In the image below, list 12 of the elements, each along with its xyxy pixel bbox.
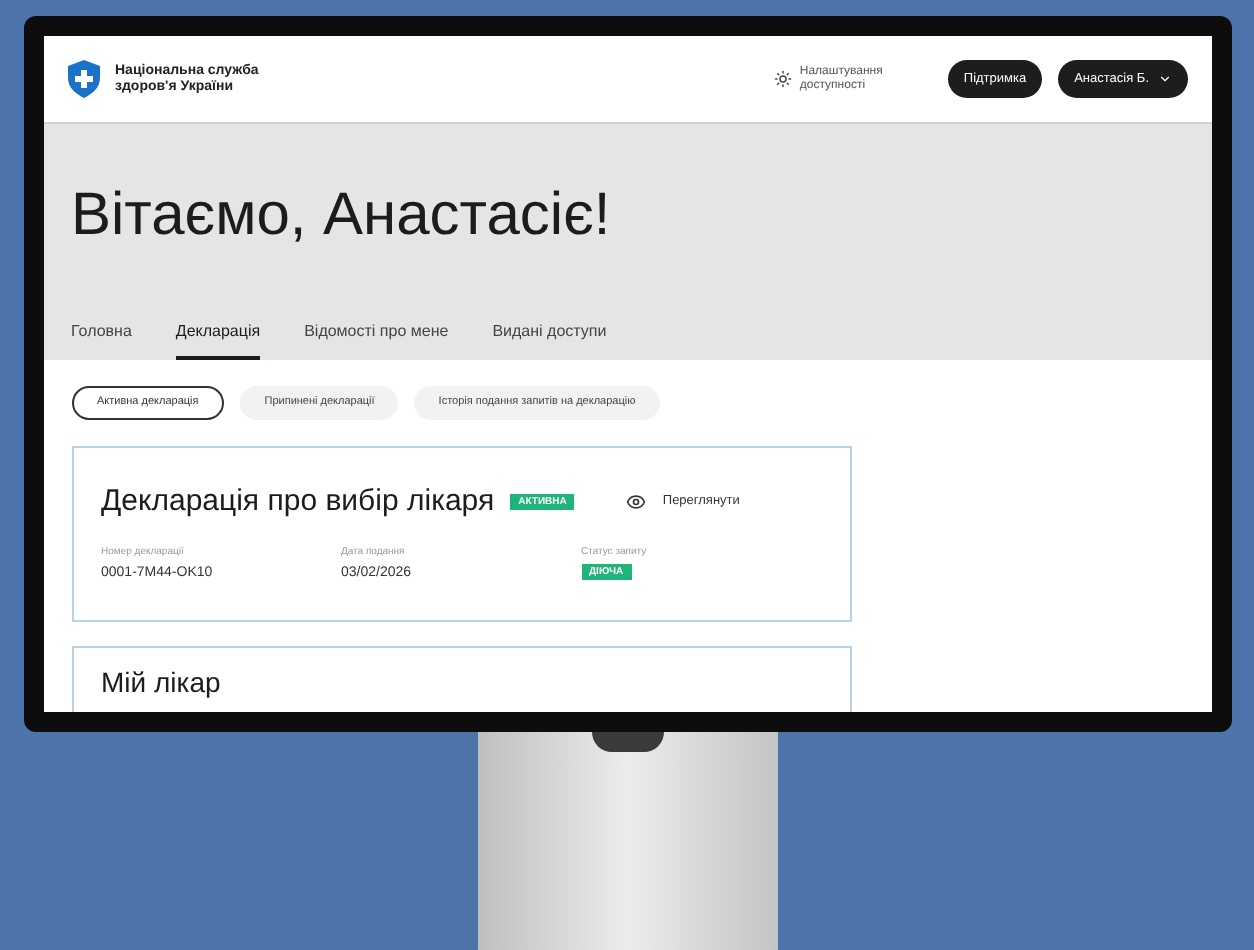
eye-icon[interactable] bbox=[626, 492, 647, 513]
greeting-heading: Вітаємо, Анастасіє! bbox=[71, 180, 613, 252]
card-title: Мій лікар bbox=[101, 666, 221, 698]
nav-tab[interactable]: Відомості про мене bbox=[304, 320, 449, 360]
chevron-down-icon bbox=[1157, 72, 1171, 86]
shield-cross-icon bbox=[67, 60, 99, 98]
card-title: Декларація про вибір лікаря bbox=[101, 482, 495, 522]
nav-tab[interactable]: Головна bbox=[71, 320, 132, 360]
nav-tab[interactable]: Декларація bbox=[175, 320, 261, 360]
stand-joint bbox=[591, 732, 663, 752]
accessibility-icon[interactable] bbox=[773, 70, 792, 88]
nav-tab[interactable]: Видані доступи bbox=[492, 320, 607, 360]
